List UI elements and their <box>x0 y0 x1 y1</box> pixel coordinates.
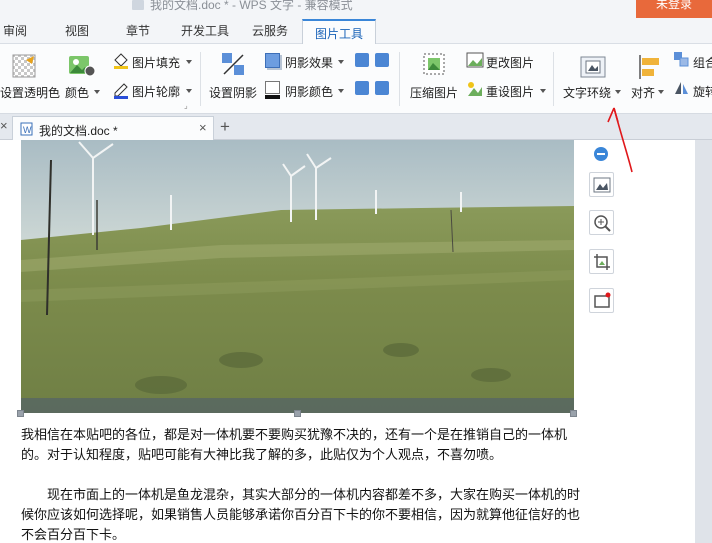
menu-bar: 审阅 视图 章节 开发工具 云服务 图片工具 <box>0 18 712 45</box>
resize-handle[interactable] <box>294 410 301 417</box>
document-tab-label: 我的文档.doc * <box>39 124 118 138</box>
rotate-label: 旋转 <box>693 85 712 99</box>
change-picture-icon <box>466 52 484 68</box>
change-picture-label: 更改图片 <box>486 56 535 70</box>
shadow-color-swatch <box>265 95 280 99</box>
shadow-effect-icon <box>265 53 280 68</box>
set-shadow-label: 设置阴影 <box>209 86 258 100</box>
tab-view[interactable]: 视图 <box>65 22 89 40</box>
document-icon <box>132 0 144 10</box>
picture-frame-button[interactable] <box>589 288 614 313</box>
shadow-effect-label: 阴影效果 <box>285 56 334 70</box>
picture-frame-icon <box>594 292 611 308</box>
tab-developer[interactable]: 开发工具 <box>181 22 229 40</box>
text-wrap-dropdown-icon <box>615 90 621 94</box>
dialog-launcher-icon[interactable]: ⌟ <box>184 101 188 110</box>
selected-picture[interactable] <box>21 140 574 413</box>
separator <box>553 52 554 106</box>
document-area: 我相信在本贴吧的各位，都是对一体机要不要购买犹豫不决的，还有一个是在推销自己的一… <box>0 140 712 543</box>
shadow-icon <box>222 53 244 75</box>
rotate-icon <box>675 82 688 94</box>
picture-outline-dropdown-icon <box>186 89 192 93</box>
picture-fill-dropdown-icon <box>186 60 192 64</box>
color-label: 颜色 <box>65 86 90 100</box>
compress-picture-icon <box>423 53 445 75</box>
align-icon <box>639 55 659 79</box>
nudge-left-icon[interactable] <box>355 81 369 95</box>
picture-outline-label: 图片轮廓 <box>132 85 181 99</box>
tab-review[interactable]: 审阅 <box>3 22 27 40</box>
document-tab[interactable]: W 我的文档.doc * × <box>12 116 214 140</box>
login-button[interactable]: 未登录 <box>636 0 712 18</box>
shadow-color-label: 阴影颜色 <box>285 85 334 99</box>
picture-color-icon <box>69 56 96 77</box>
reset-picture-dropdown-icon <box>540 89 546 93</box>
separator <box>200 52 201 106</box>
shadow-color-dropdown-icon <box>338 89 344 93</box>
annotation-arrow-icon <box>607 107 633 173</box>
picture-fill-label: 图片填充 <box>132 56 181 70</box>
reset-picture-icon <box>468 82 482 96</box>
crop-picture-button[interactable] <box>589 249 614 274</box>
layout-options-icon <box>593 177 611 193</box>
nudge-right-icon[interactable] <box>375 81 389 95</box>
nudge-up-icon[interactable] <box>355 53 369 67</box>
vertical-scroll-area[interactable] <box>695 140 712 543</box>
group-icon <box>674 52 689 67</box>
resize-handle[interactable] <box>17 410 24 417</box>
compress-picture-label: 压缩图片 <box>410 86 459 100</box>
transparent-color-icon <box>12 54 36 78</box>
text-wrap-icon <box>580 56 606 78</box>
paragraph-2[interactable]: 现在市面上的一体机是鱼龙混杂，其实大部分的一体机内容都差不多，大家在购买一体机的… <box>21 485 581 543</box>
window-title: 我的文档.doc * - WPS 文字 - 兼容模式 <box>150 0 353 12</box>
resize-handle[interactable] <box>570 410 577 417</box>
group-label: 组合 <box>693 56 712 70</box>
set-transparent-label: 设置透明色 <box>0 86 61 100</box>
shadow-effect-dropdown-icon <box>338 60 344 64</box>
close-icon[interactable]: × <box>0 118 8 133</box>
svg-text:W: W <box>23 125 32 135</box>
zoom-picture-button[interactable] <box>589 210 614 235</box>
tab-cloud[interactable]: 云服务 <box>252 22 288 40</box>
shadow-color-icon <box>265 81 280 94</box>
pencil-outline-icon <box>114 83 128 99</box>
reset-picture-label: 重设图片 <box>486 85 535 99</box>
tab-chapter[interactable]: 章节 <box>126 22 150 40</box>
zoom-in-icon <box>594 215 611 232</box>
document-page[interactable]: 我相信在本贴吧的各位，都是对一体机要不要购买犹豫不决的，还有一个是在推销自己的一… <box>0 140 695 543</box>
wps-document-icon: W <box>20 122 33 136</box>
paragraph-1[interactable]: 我相信在本贴吧的各位，都是对一体机要不要购买犹豫不决的，还有一个是在推销自己的一… <box>21 425 581 465</box>
crop-icon <box>594 254 610 270</box>
tab-picture-tools[interactable]: 图片工具 <box>302 19 377 45</box>
separator <box>399 52 400 106</box>
paint-bucket-icon <box>114 53 128 69</box>
new-tab-icon[interactable]: + <box>220 117 230 137</box>
close-tab-icon[interactable]: × <box>199 120 207 135</box>
title-bar: 我的文档.doc * - WPS 文字 - 兼容模式 未登录 <box>0 0 712 18</box>
align-dropdown-icon <box>658 90 664 94</box>
nudge-down-icon[interactable] <box>375 53 389 67</box>
color-dropdown-icon <box>94 90 100 94</box>
